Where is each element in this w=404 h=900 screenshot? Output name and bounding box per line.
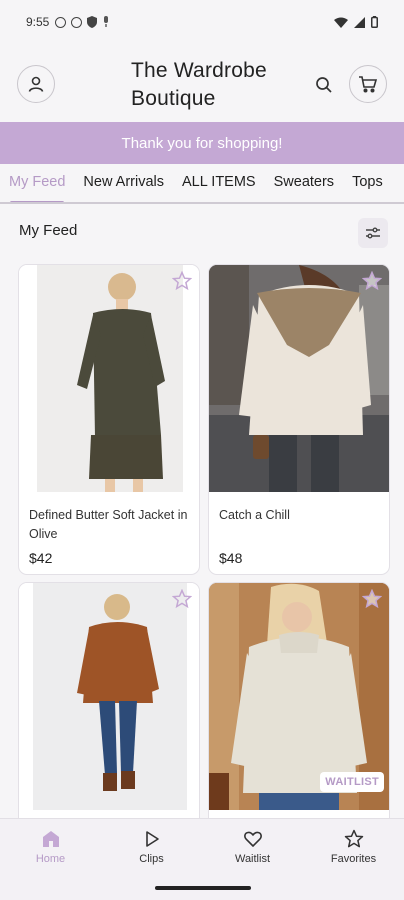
brand-title: The Wardrobe Boutique [131,59,267,110]
product-image [19,583,199,810]
heart-icon [243,831,262,847]
nav-favorites[interactable]: Favorites [303,819,404,900]
play-icon [145,831,159,847]
favorite-star-icon[interactable] [172,271,192,291]
nav-home-label: Home [35,853,66,865]
product-image [19,265,199,492]
category-tabs: My Feed New Arrivals ALL ITEMS Sweaters … [0,164,404,204]
product-card[interactable]: WAITLIST [208,582,390,842]
product-card[interactable]: Catch a Chill $48 [208,264,390,575]
data-saver-icon [71,16,83,28]
nav-home[interactable]: Home [0,819,101,900]
sliders-icon [366,227,380,239]
account-button[interactable] [17,65,55,103]
product-card[interactable] [18,582,200,842]
status-bar: 9:55 [0,0,404,44]
nav-waitlist-label: Waitlist [234,853,271,865]
wifi-icon [334,17,348,28]
tab-all-items[interactable]: ALL ITEMS [173,164,265,202]
star-icon [344,829,363,848]
nav-clips-label: Clips [139,853,164,865]
waitlist-badge: WAITLIST [320,772,384,792]
favorite-star-icon[interactable] [172,589,192,609]
favorite-star-icon[interactable] [362,589,382,609]
tab-tops[interactable]: Tops [343,164,392,202]
nav-favorites-label: Favorites [330,853,377,865]
mic-icon [104,16,109,27]
product-name: Catch a Chill [219,508,290,522]
feed-title: My Feed [19,222,78,239]
tab-new-arrivals[interactable]: New Arrivals [74,164,173,202]
search-button[interactable] [313,74,335,96]
status-time: 9:55 [26,15,50,29]
shield-icon [87,16,98,28]
product-name: Defined Butter Soft Jacket in Olive [29,508,188,541]
signal-icon [354,16,365,28]
product-card[interactable]: Defined Butter Soft Jacket in Olive $42 [18,264,200,575]
app-screen: 9:55 The Wardrobe Boutique Thank you for… [0,0,404,900]
status-notification-icons [55,16,110,28]
home-icon [42,831,59,847]
favorite-star-icon[interactable] [362,271,382,291]
bottom-navigation: Home Clips Waitlist Favorites [0,818,404,900]
product-image [209,265,389,492]
search-icon [316,77,332,93]
tab-my-feed[interactable]: My Feed [0,164,74,202]
user-icon [28,76,44,92]
info-icon [55,16,67,28]
filter-button[interactable] [358,218,388,248]
tab-sweaters[interactable]: Sweaters [265,164,343,202]
cart-icon [359,76,378,93]
product-image: WAITLIST [209,583,389,810]
battery-icon [371,16,378,28]
cart-button[interactable] [349,65,387,103]
gesture-home-indicator[interactable] [155,886,251,890]
app-header: The Wardrobe Boutique [0,52,404,118]
product-price: $48 [219,550,243,566]
product-price: $42 [29,550,53,566]
status-system-icons [334,16,378,28]
thank-you-banner: Thank you for shopping! [0,122,404,164]
